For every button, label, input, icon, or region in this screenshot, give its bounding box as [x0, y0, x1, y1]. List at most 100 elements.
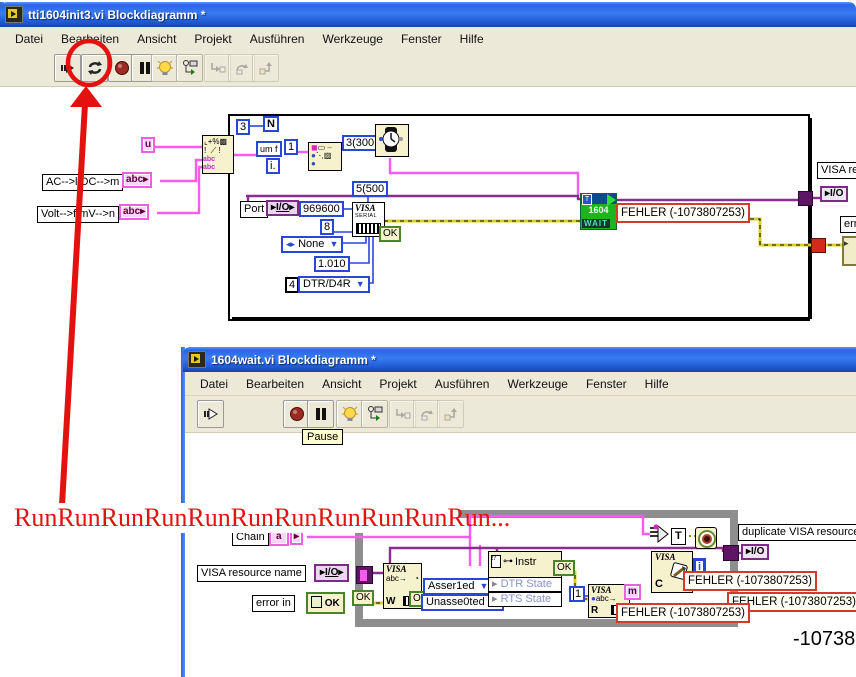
dtr-state-row[interactable]: ▸ DTR State: [488, 577, 562, 592]
wait-ms-constant[interactable]: 3(300: [342, 135, 379, 151]
retain-wire-values-button[interactable]: [361, 400, 388, 428]
error-tunnel: [811, 238, 826, 253]
parity-enum[interactable]: ◂▸ None ▼: [281, 236, 344, 253]
pause-button[interactable]: [307, 400, 334, 428]
step-over-button[interactable]: [413, 400, 440, 428]
stop-button[interactable]: [283, 400, 310, 428]
i-box[interactable]: i.: [266, 158, 280, 174]
select-icon: [650, 524, 669, 544]
step-out-button[interactable]: [252, 54, 279, 82]
loop-count-terminal[interactable]: N: [263, 116, 279, 132]
error-out-indicator[interactable]: ▸: [842, 236, 856, 266]
menu-ausfuehren[interactable]: Ausführen: [241, 29, 314, 49]
menu-ausfuehren[interactable]: Ausführen: [426, 374, 499, 394]
abc-text: abc: [126, 174, 144, 185]
databits-constant[interactable]: 8: [320, 219, 335, 235]
menu-ansicht[interactable]: Ansicht: [313, 374, 370, 394]
visa-word: VISA: [355, 203, 376, 213]
step-over-button[interactable]: [228, 54, 255, 82]
abc-text: abc: [386, 574, 399, 583]
timeout-constant[interactable]: 5(500: [352, 181, 389, 197]
visa-resource-out-indicator[interactable]: ▸I/O: [820, 186, 849, 202]
chevron-down-icon: ▼: [329, 239, 339, 249]
port-io-constant[interactable]: ▸I/O▸: [266, 200, 300, 216]
duplicate-visa-indicator[interactable]: ▸I/O: [741, 544, 770, 560]
u-constant[interactable]: u: [141, 137, 156, 153]
menu-bearbeiten[interactable]: Bearbeiten: [237, 374, 313, 394]
abc-text: abc: [123, 206, 141, 217]
one-text: 1: [575, 588, 582, 600]
flow-control-enum[interactable]: DTR/D4R ▼: [298, 276, 370, 293]
menu-hilfe[interactable]: Hilfe: [451, 29, 493, 49]
menu-projekt[interactable]: Projekt: [370, 374, 425, 394]
menu-werkzeuge[interactable]: Werkzeuge: [498, 374, 576, 394]
visa-resource-name-terminal[interactable]: ▸I/O▸: [314, 564, 350, 582]
fehler-label-1: FEHLER (-1073807253): [683, 571, 818, 591]
stopbits-constant[interactable]: 1.010: [314, 256, 350, 272]
n3-constant[interactable]: 3: [236, 119, 251, 135]
menu-datei[interactable]: Datei: [6, 29, 52, 49]
step-out-icon: [259, 62, 272, 75]
run-continuously-button[interactable]: [81, 54, 108, 82]
menu-ansicht[interactable]: Ansicht: [128, 29, 185, 49]
run-icon: [60, 63, 74, 73]
abc-string-constant-2[interactable]: abc▸: [119, 204, 150, 220]
t-constant[interactable]: T: [671, 528, 686, 545]
subvi-1604-wait[interactable]: T 1604 WAIT: [580, 193, 617, 230]
search-replace-string-node[interactable]: ◼▭ – ●⋱▨ ●: [308, 142, 342, 171]
ok-text: OK: [324, 598, 340, 609]
titlebar-bottom[interactable]: 1604wait.vi Blockdiagramm *: [183, 347, 856, 372]
menu-hilfe[interactable]: Hilfe: [636, 374, 678, 394]
wire-values-icon: [367, 406, 382, 421]
instr-text: Instr: [515, 555, 537, 568]
menu-werkzeuge[interactable]: Werkzeuge: [313, 29, 391, 49]
step-into-button[interactable]: [389, 400, 416, 428]
stop-icon: [289, 407, 304, 421]
one-box[interactable]: 1: [284, 139, 299, 155]
retain-wire-values-button[interactable]: [176, 54, 203, 82]
pause-icon: [139, 62, 150, 74]
select-node[interactable]: [648, 524, 672, 546]
trim-box[interactable]: um f: [256, 141, 282, 157]
run-icon: [203, 408, 218, 420]
menu-projekt[interactable]: Projekt: [185, 29, 240, 49]
step-into-button[interactable]: [204, 54, 231, 82]
error-in-cluster[interactable]: OK: [306, 592, 345, 614]
one-constant[interactable]: 1: [569, 586, 586, 602]
highlight-execution-button[interactable]: [151, 54, 178, 82]
baud-constant[interactable]: 969600: [299, 201, 344, 217]
io-text: I/O: [325, 567, 339, 578]
step-over-icon: [420, 410, 433, 421]
rts-state-text: RTS State: [500, 593, 552, 605]
menubar-bottom: Datei Bearbeiten Ansicht Projekt Ausführ…: [185, 372, 856, 396]
menubar-top: Datei Bearbeiten Ansicht Projekt Ausführ…: [0, 27, 856, 51]
rts-state-row[interactable]: ▸ RTS State: [488, 592, 562, 607]
labview-app-icon: [5, 6, 23, 23]
menu-fenster[interactable]: Fenster: [577, 374, 636, 394]
fehler-label-3: FEHLER (-1073807253): [616, 603, 751, 623]
highlight-execution-button[interactable]: [336, 400, 363, 428]
menu-datei[interactable]: Datei: [191, 374, 237, 394]
error-in-label: error in: [252, 595, 295, 612]
run-continuously-icon: [87, 61, 102, 75]
flow-number-constant[interactable]: 4: [285, 277, 300, 293]
partial-error-number: -10738: [793, 628, 856, 650]
toolbar-bottom: [185, 396, 856, 433]
format-into-string-node[interactable]: ⌞+%▩! ⟋ ! abc abc: [202, 135, 234, 174]
menu-fenster[interactable]: Fenster: [392, 29, 451, 49]
titlebar-top[interactable]: tti1604init3.vi Blockdiagramm *: [0, 2, 856, 27]
fehler-label-top: FEHLER (-1073807253): [616, 203, 751, 223]
run-button[interactable]: [54, 54, 81, 82]
wait-ms-node[interactable]: [375, 124, 409, 157]
visa-tunnel: [798, 191, 813, 206]
run-button[interactable]: [197, 400, 224, 428]
asserted-enum[interactable]: Asser1ed ▼: [423, 578, 494, 595]
step-into-icon: [210, 63, 225, 73]
abc-string-constant-1[interactable]: abc▸: [122, 172, 153, 188]
labview-app-icon: [188, 351, 206, 368]
pause-icon: [315, 408, 326, 420]
instr-property-node-header[interactable]: ⁉ ⊶ Instr: [488, 551, 562, 579]
stop-terminal[interactable]: [695, 527, 717, 549]
menu-bearbeiten[interactable]: Bearbeiten: [52, 29, 128, 49]
step-out-button[interactable]: [437, 400, 464, 428]
